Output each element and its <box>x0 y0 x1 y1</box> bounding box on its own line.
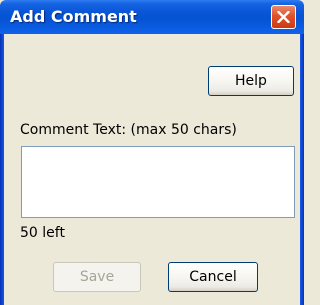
title-bar[interactable]: Add Comment <box>0 0 304 34</box>
help-button[interactable]: Help <box>208 66 294 96</box>
cancel-button[interactable]: Cancel <box>168 262 258 292</box>
chars-remaining-label: 50 left <box>20 225 65 241</box>
close-x-icon <box>277 11 290 23</box>
comment-text-label: Comment Text: (max 50 chars) <box>20 122 237 138</box>
window-frame-right <box>300 34 304 305</box>
comment-text-input[interactable] <box>21 146 295 218</box>
close-button[interactable] <box>271 5 296 29</box>
save-button[interactable]: Save <box>53 262 141 292</box>
add-comment-dialog: Add Comment Help Comment Text: (max 50 c… <box>0 0 304 305</box>
dialog-title: Add Comment <box>10 7 137 26</box>
window-frame-left <box>0 34 4 305</box>
